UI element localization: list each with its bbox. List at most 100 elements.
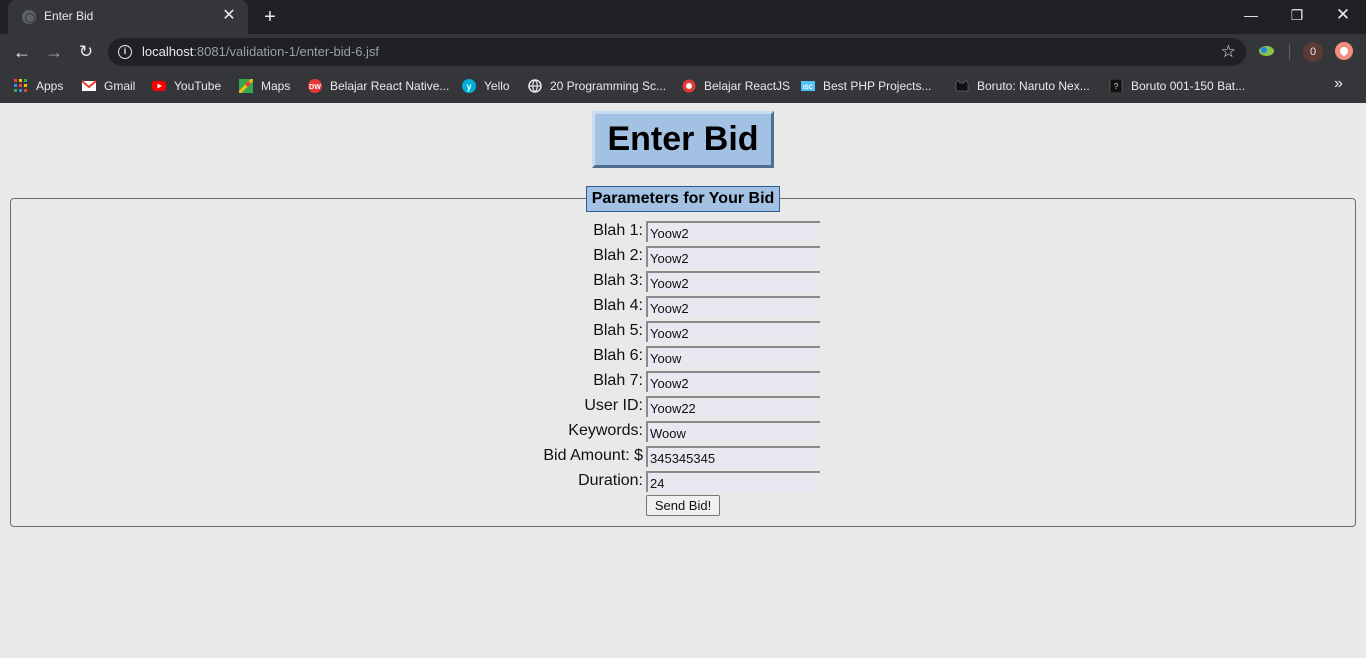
globe-icon <box>528 79 542 93</box>
bookmark-yello[interactable]: y Yello <box>462 77 510 95</box>
bid-amount-input[interactable] <box>646 446 820 467</box>
browser-tab[interactable]: Enter Bid ✕ <box>8 0 248 34</box>
bookmark-label: Gmail <box>104 79 136 93</box>
blah-3-input[interactable] <box>646 271 820 292</box>
field-label: Blah 6: <box>593 347 643 364</box>
bookmark-label: Yello <box>484 79 510 93</box>
url-path: :8081/validation-1/enter-bid-6.jsf <box>193 44 380 59</box>
svg-text:?: ? <box>1114 82 1119 91</box>
form-row-blah-4: Blah 4: <box>0 296 1366 318</box>
bookmark-star-icon[interactable]: ☆ <box>1221 42 1236 62</box>
field-label: Blah 3: <box>593 272 643 289</box>
yello-icon: y <box>462 78 476 93</box>
field-label: Blah 7: <box>593 372 643 389</box>
send-bid-button[interactable]: Send Bid! <box>646 495 720 516</box>
keywords-input[interactable] <box>646 421 820 442</box>
bookmarks-bar: Apps Gmail YouTube Maps DW Belajar React… <box>0 70 1366 103</box>
user-id-input[interactable] <box>646 396 820 417</box>
profile-icon[interactable] <box>1335 42 1353 60</box>
site-info-icon[interactable]: i <box>118 45 132 59</box>
bookmark-youtube[interactable]: YouTube <box>152 77 221 95</box>
bookmark-label: Belajar ReactJS <box>704 79 791 93</box>
bookmark-boruto-episodes[interactable]: ? Boruto 001-150 Bat... <box>1109 77 1245 95</box>
bookmark-gmail[interactable]: Gmail <box>82 77 135 95</box>
url-text[interactable]: localhost:8081/validation-1/enter-bid-6.… <box>142 44 379 59</box>
reactjs-icon <box>682 79 696 93</box>
blah-7-input[interactable] <box>646 371 820 392</box>
extension-icon[interactable] <box>1258 44 1275 58</box>
field-label: Bid Amount: $ <box>543 447 643 464</box>
apps-grid-icon <box>14 78 27 92</box>
field-label: Blah 5: <box>593 322 643 339</box>
blah-1-input[interactable] <box>646 221 820 242</box>
globe-icon <box>22 10 36 24</box>
blah-4-input[interactable] <box>646 296 820 317</box>
bookmark-label: Maps <box>261 79 291 93</box>
maps-icon <box>239 78 253 93</box>
form-row-blah-6: Blah 6: <box>0 346 1366 368</box>
form-row-blah-5: Blah 5: <box>0 321 1366 343</box>
bookmark-label: 20 Programming Sc... <box>550 79 667 93</box>
gmail-icon <box>82 80 96 91</box>
svg-text:y: y <box>466 81 471 91</box>
bookmark-apps[interactable]: Apps <box>14 77 63 95</box>
url-host: localhost <box>142 44 194 59</box>
bookmark-label: YouTube <box>174 79 222 93</box>
toolbar-divider <box>1289 44 1290 60</box>
window-close-icon[interactable]: ✕ <box>1320 0 1366 30</box>
bookmark-label: Apps <box>36 79 64 93</box>
fieldset-legend: Parameters for Your Bid <box>586 186 780 212</box>
form-row-user-id: User ID: <box>0 396 1366 418</box>
back-arrow-icon[interactable]: ← <box>10 40 34 64</box>
browser-toolbar: ← → ↻ i localhost:8081/validation-1/ente… <box>0 34 1366 70</box>
legend-text: Parameters for Your Bid <box>591 190 775 207</box>
extension-badge[interactable]: 0 <box>1303 42 1323 62</box>
duration-input[interactable] <box>646 471 820 492</box>
bookmark-label: Boruto: Naruto Nex... <box>977 79 1090 93</box>
restore-icon[interactable]: ❐ <box>1274 0 1320 30</box>
new-tab-icon[interactable]: + <box>258 6 282 28</box>
bookmark-react-native[interactable]: DW Belajar React Native... <box>308 77 449 95</box>
form-row-blah-2: Blah 2: <box>0 246 1366 268</box>
blah-6-input[interactable] <box>646 346 820 367</box>
bookmark-php-projects[interactable]: ISC Best PHP Projects... <box>801 77 932 95</box>
minimize-icon[interactable]: — <box>1228 0 1274 30</box>
bookmark-programming[interactable]: 20 Programming Sc... <box>528 77 666 95</box>
form-row-blah-3: Blah 3: <box>0 271 1366 293</box>
svg-text:ISC: ISC <box>803 85 814 91</box>
reload-icon[interactable]: ↻ <box>74 40 98 64</box>
field-label: Keywords: <box>568 422 643 439</box>
bookmark-reactjs[interactable]: Belajar ReactJS <box>682 77 790 95</box>
field-label: Blah 2: <box>593 247 643 264</box>
tab-title: Enter Bid <box>44 9 94 23</box>
forward-arrow-icon[interactable]: → <box>42 40 66 64</box>
isc-icon: ISC <box>801 80 815 91</box>
bookmark-label: Boruto 001-150 Bat... <box>1131 79 1246 93</box>
blah-2-input[interactable] <box>646 246 820 267</box>
address-bar[interactable]: i localhost:8081/validation-1/enter-bid-… <box>108 38 1246 66</box>
page-title: Enter Bid <box>607 120 759 158</box>
form-row-duration: Duration: <box>0 471 1366 493</box>
bookmark-label: Belajar React Native... <box>330 79 450 93</box>
field-label: Blah 1: <box>593 222 643 239</box>
cat-icon <box>955 79 969 92</box>
dw-icon: DW <box>308 78 322 93</box>
boruto-icon: ? <box>1109 78 1123 93</box>
bookmark-label: Best PHP Projects... <box>823 79 932 93</box>
blah-5-input[interactable] <box>646 321 820 342</box>
youtube-icon <box>152 80 166 91</box>
bookmark-boruto-next[interactable]: Boruto: Naruto Nex... <box>955 77 1090 95</box>
tab-strip: Enter Bid ✕ + — ❐ ✕ <box>0 0 1366 34</box>
bookmark-maps[interactable]: Maps <box>239 77 290 95</box>
field-label: Blah 4: <box>593 297 643 314</box>
page-title-box: Enter Bid <box>592 111 774 168</box>
field-label: User ID: <box>584 397 643 414</box>
form-row-blah-7: Blah 7: <box>0 371 1366 393</box>
form-row-bid-amount: Bid Amount: $ <box>0 446 1366 468</box>
form-row-blah-1: Blah 1: <box>0 221 1366 243</box>
field-label: Duration: <box>578 472 643 489</box>
more-bookmarks-icon[interactable]: » <box>1334 75 1343 93</box>
close-tab-icon[interactable]: ✕ <box>220 7 238 25</box>
svg-text:DW: DW <box>309 84 321 91</box>
form-row-keywords: Keywords: <box>0 421 1366 443</box>
